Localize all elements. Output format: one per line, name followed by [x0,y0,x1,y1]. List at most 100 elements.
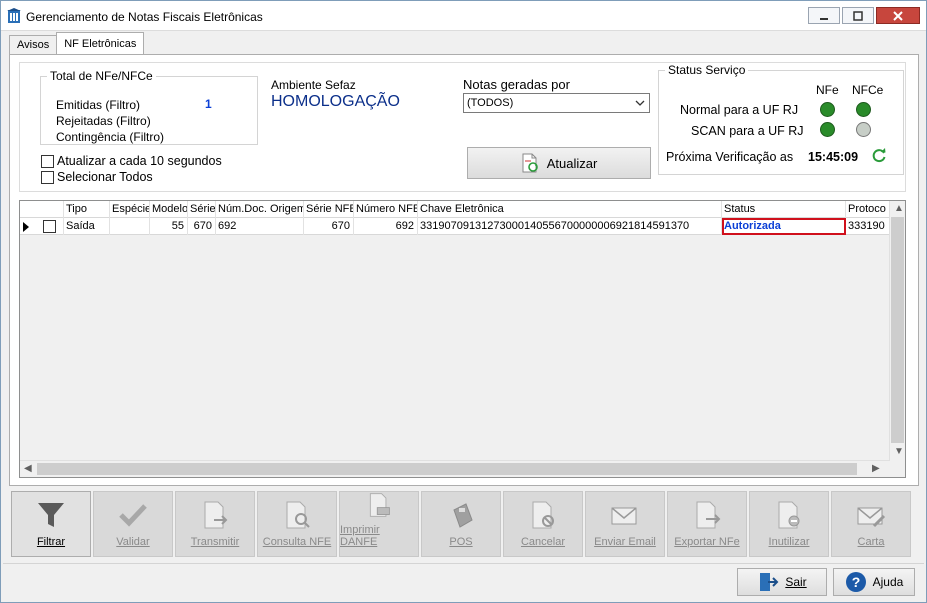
cell-serie: 670 [188,218,216,235]
exportar-nfe-button[interactable]: Exportar NFe [667,491,747,557]
scroll-left-icon[interactable]: ◀ [24,463,32,474]
header-modelo[interactable]: Modelo [150,201,188,218]
grid-header: Tipo Espécie Modelo Série Núm.Doc. Orige… [20,201,890,218]
auto-refresh-label[interactable]: Atualizar a cada 10 segundos [57,154,222,168]
enviar-email-label: Enviar Email [594,536,656,548]
carta-label: Carta [857,536,885,548]
refresh-doc-icon [522,153,538,173]
validar-label: Validar [116,536,150,548]
select-all-label[interactable]: Selecionar Todos [57,170,153,184]
pos-button[interactable]: POS [421,491,501,557]
table-row[interactable]: Saída 55 670 692 670 692 331907091312730… [20,218,890,235]
header-serie[interactable]: Série [188,201,216,218]
header-especie[interactable]: Espécie [110,201,150,218]
cancelar-label: Cancelar [520,536,566,548]
proxima-verificacao-label: Próxima Verificação as [666,150,794,164]
tab-strip: Avisos NF Eletrônicas [9,32,145,55]
totals-group: Total de NFe/NFCe Emitidas (Filtro) 1 Re… [40,69,258,145]
horizontal-scroll-thumb[interactable] [37,463,857,475]
cell-especie [110,218,150,235]
exportar-nfe-label: Exportar NFe [674,536,740,548]
carta-button[interactable]: Carta [831,491,911,557]
cancel-doc-icon [532,501,554,529]
header-num-doc-origem[interactable]: Núm.Doc. Origem [216,201,304,218]
export-doc-icon [696,501,721,529]
inutilizar-button[interactable]: Inutilizar [749,491,829,557]
cell-num-doc-origem: 692 [216,218,304,235]
vertical-scroll-thumb[interactable] [891,217,904,443]
auto-refresh-checkbox[interactable] [41,155,54,168]
proxima-verificacao-time: 15:45:09 [808,150,859,164]
sair-button[interactable]: Sair [737,568,827,596]
header-numero-nfe[interactable]: Número NFE [354,201,418,218]
consulta-nfe-label: Consulta NFE [262,536,332,548]
imprimir-danfe-label: Imprimir DANFE [340,524,380,548]
notas-geradas-select[interactable]: (TODOS) [463,93,650,113]
exit-door-icon [760,573,779,591]
notas-geradas-label: Notas geradas por [463,77,570,92]
transmitir-label: Transmitir [190,536,240,548]
cell-serie-nfe: 670 [304,218,354,235]
cell-chave-eletronica: 3319070913127300014055670000000692181459… [418,218,722,235]
filtrar-button[interactable]: Filtrar [11,491,91,557]
row-select-checkbox[interactable] [43,220,56,233]
rejeitadas-label: Rejeitadas (Filtro) [56,114,151,128]
transmitir-button[interactable]: Transmitir [175,491,255,557]
header-status[interactable]: Status [722,201,846,218]
nfe-column-label: NFe [816,83,839,97]
email-icon [611,507,637,525]
window-title: Gerenciamento de Notas Fiscais Eletrônic… [26,10,263,24]
minimize-icon [820,17,828,20]
ajuda-button[interactable]: ? Ajuda [833,568,915,596]
cell-modelo: 55 [150,218,188,235]
scroll-right-icon[interactable]: ▶ [872,463,880,474]
header-tipo[interactable]: Tipo [64,201,110,218]
filtrar-label: Filtrar [36,536,66,548]
row-indicator [20,218,40,235]
close-icon [893,10,903,21]
restore-icon [853,10,863,21]
refresh-icon[interactable] [871,147,887,163]
print-doc-icon [369,493,390,517]
scroll-up-icon[interactable]: ▲ [894,203,904,214]
imprimir-danfe-button[interactable]: Imprimir DANFE [339,491,419,557]
select-all-checkbox[interactable] [41,171,54,184]
enviar-email-button[interactable]: Enviar Email [585,491,665,557]
cancelar-button[interactable]: Cancelar [503,491,583,557]
cell-tipo: Saída [64,218,110,235]
validar-button[interactable]: Validar [93,491,173,557]
vertical-scrollbar[interactable]: ▲ ▼ [889,201,905,461]
transmit-doc-icon [204,501,228,529]
emitidas-label: Emitidas (Filtro) [56,98,141,112]
close-button[interactable] [876,7,920,24]
normal-uf-label: Normal para a UF RJ [680,103,799,117]
ambiente-label: Ambiente Sefaz [271,78,356,92]
atualizar-button[interactable]: Atualizar [467,147,651,179]
main-window: Gerenciamento de Notas Fiscais Eletrônic… [0,0,927,603]
scan-nfe-status-indicator [820,122,835,137]
title-bar: Gerenciamento de Notas Fiscais Eletrônic… [1,1,926,31]
cell-numero-nfe: 692 [354,218,418,235]
minimize-button[interactable] [808,7,840,24]
void-doc-icon [778,501,800,529]
scroll-down-icon[interactable]: ▼ [894,446,904,457]
pos-icon [453,503,473,528]
tab-avisos[interactable]: Avisos [9,35,58,54]
header-chave-eletronica[interactable]: Chave Eletrônica [418,201,722,218]
current-row-arrow-icon [23,222,29,232]
notas-geradas-value: (TODOS) [467,97,514,109]
header-serie-nfe[interactable]: Série NFE [304,201,354,218]
consulta-nfe-button[interactable]: Consulta NFE [257,491,337,557]
footer-separator [3,563,924,564]
nfce-column-label: NFCe [852,83,884,97]
scan-uf-label: SCAN para a UF RJ [691,124,804,138]
funnel-icon [38,503,64,527]
app-icon [7,8,21,23]
action-toolbar: Filtrar Validar Transmitir Consulta NFE … [11,491,914,559]
svg-text:?: ? [851,574,860,590]
header-protocolo[interactable]: Protoco [846,201,890,218]
maximize-button[interactable] [842,7,874,24]
horizontal-scrollbar[interactable]: ◀ ▶ [20,460,890,477]
header-indicator [20,201,64,218]
tab-nf-eletronicas[interactable]: NF Eletrônicas [56,32,145,54]
